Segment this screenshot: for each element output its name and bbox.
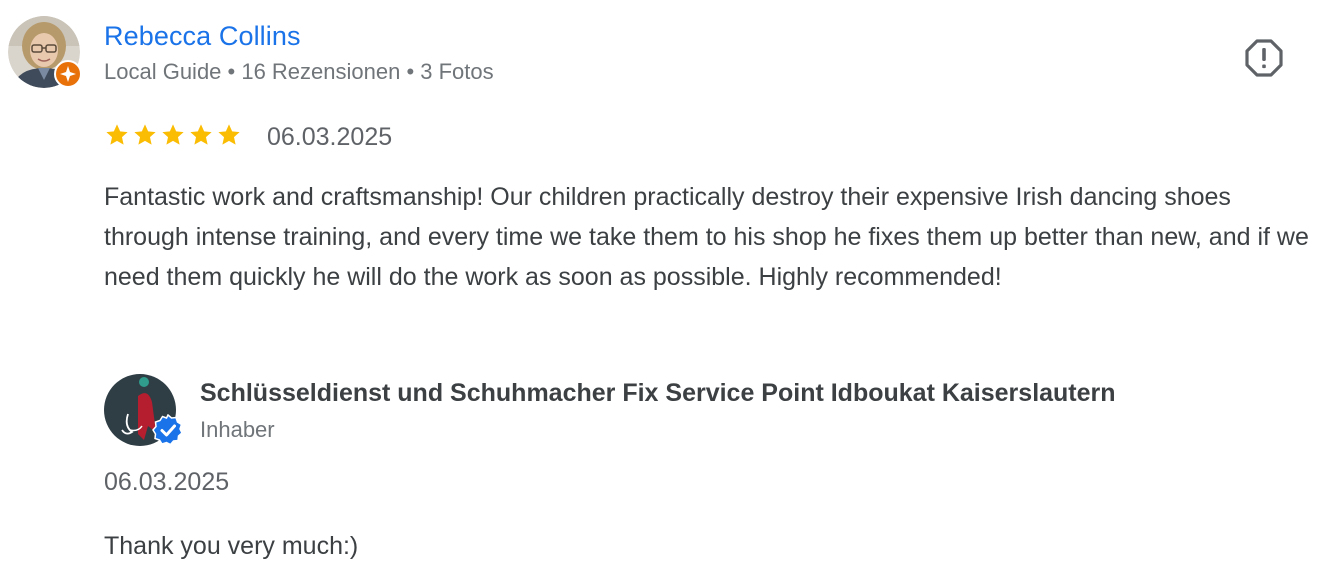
owner-avatar: [104, 374, 186, 448]
response-text: Thank you very much:): [104, 532, 359, 560]
report-icon: [1245, 39, 1283, 77]
review-text: Fantastic work and craftsmanship! Our ch…: [104, 183, 1309, 291]
report-review-button[interactable]: [1240, 34, 1288, 82]
verified-badge-icon: [152, 414, 183, 446]
review-date: 06.03.2025: [267, 123, 393, 151]
reviewer-meta: Local Guide • 16 Rezensionen • 3 Fotos: [104, 59, 494, 84]
star-icon: [134, 124, 156, 145]
star-icon: [190, 124, 212, 145]
owner-name: Schlüsseldienst und Schuhmacher Fix Serv…: [200, 379, 1116, 407]
star-icon: [162, 124, 184, 145]
reviewer-avatar[interactable]: [8, 16, 82, 88]
star-icon: [218, 124, 240, 145]
star-icon: [106, 124, 128, 145]
local-guide-badge-icon: [54, 60, 82, 88]
star-rating: [104, 122, 242, 148]
owner-role: Inhaber: [200, 417, 275, 442]
reviewer-name[interactable]: Rebecca Collins: [104, 18, 301, 54]
response-date: 06.03.2025: [104, 468, 230, 496]
